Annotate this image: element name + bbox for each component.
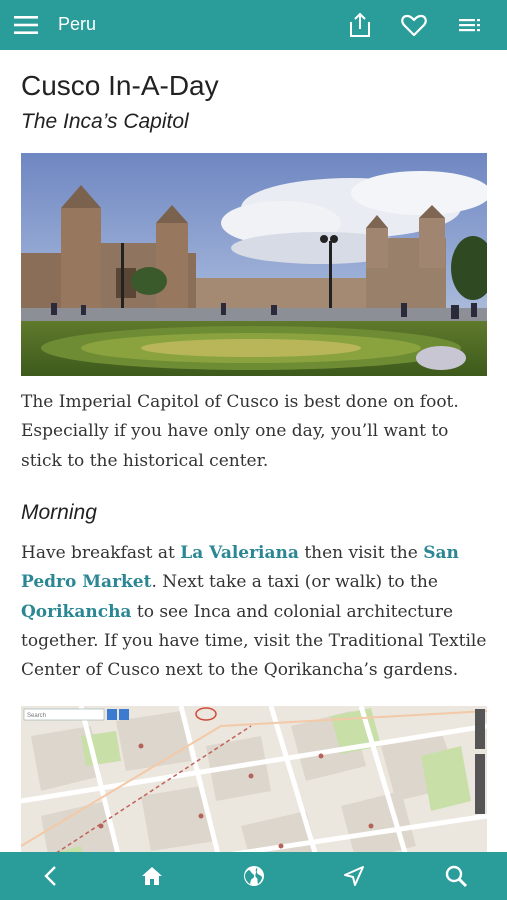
cusco-map[interactable]: Search — [21, 706, 487, 852]
morning-paragraph: Have breakfast at La Valeriana then visi… — [21, 539, 487, 685]
back-icon[interactable] — [40, 864, 64, 888]
top-app-bar: Peru — [0, 0, 507, 50]
heart-icon[interactable] — [400, 11, 428, 39]
navigate-icon[interactable] — [342, 864, 366, 888]
morning-text-3: . Next take a taxi (or walk) to the — [151, 572, 438, 593]
list-menu-icon[interactable] — [456, 11, 484, 39]
search-icon[interactable] — [444, 864, 468, 888]
article-subtitle: The Inca’s Capitol — [21, 110, 189, 133]
morning-text-2: then visit the — [298, 543, 424, 563]
article-title: Cusco In-A-Day — [21, 70, 219, 101]
globe-icon[interactable] — [242, 864, 266, 888]
menu-icon[interactable] — [14, 15, 38, 35]
home-icon[interactable] — [140, 864, 164, 888]
article-content[interactable]: Cusco In-A-Day The Inca’s Capitol The Im… — [0, 50, 507, 852]
bottom-nav-bar — [0, 852, 507, 900]
cusco-plaza-photo — [21, 153, 487, 376]
morning-heading: Morning — [21, 501, 97, 524]
la-valeriana-link[interactable]: La Valeriana — [180, 543, 299, 563]
morning-text-1: Have breakfast at — [21, 543, 181, 563]
qorikancha-link[interactable]: Qorikancha — [21, 602, 131, 622]
app-bar-title: Peru — [58, 14, 97, 34]
map-search-placeholder: Search — [27, 713, 46, 719]
share-icon[interactable] — [346, 11, 374, 39]
intro-paragraph: The Imperial Capitol of Cusco is best do… — [21, 392, 459, 471]
